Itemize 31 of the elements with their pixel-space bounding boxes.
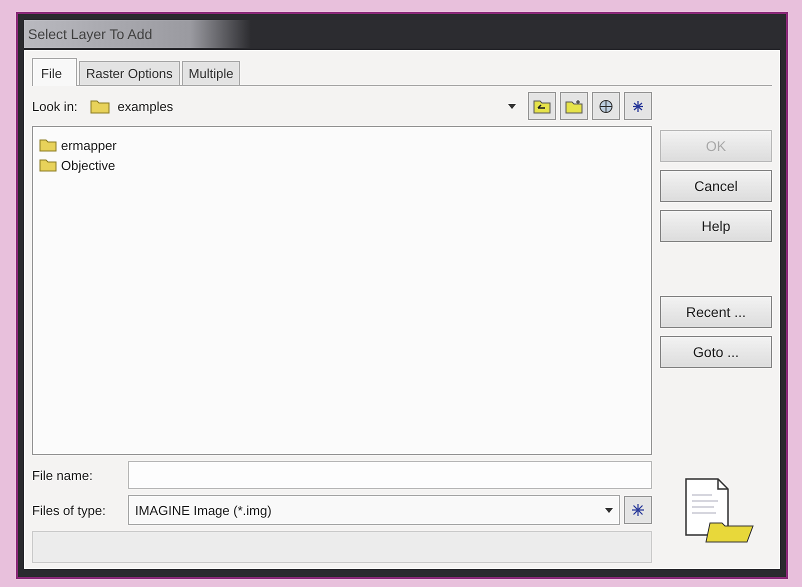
sparkle-icon: [630, 502, 646, 518]
dialog-button[interactable]: Goto ...: [660, 336, 772, 368]
folder-item[interactable]: Objective: [39, 155, 645, 175]
new-folder-button[interactable]: [560, 92, 588, 120]
file-name-label: File name:: [32, 468, 94, 482]
file-name-field[interactable]: [128, 461, 652, 489]
caret-icon: [508, 104, 516, 108]
look-in-dropdown[interactable]: examples: [84, 92, 522, 120]
dialog-button[interactable]: Help: [660, 210, 772, 242]
up-folder-button[interactable]: [528, 92, 556, 120]
file-type-label: Files of type:: [32, 502, 107, 518]
tab[interactable]: File: [32, 58, 77, 86]
dialog-button[interactable]: Recent ...: [660, 296, 772, 328]
tab[interactable]: Multiple: [182, 61, 240, 85]
folder-icon: [533, 98, 551, 114]
options-button[interactable]: [624, 92, 652, 120]
folder-icon: [39, 138, 57, 152]
folder-icon: [565, 98, 583, 114]
folder-icon: [39, 158, 57, 172]
filter-button[interactable]: [624, 496, 652, 524]
look-in-label: Look in:: [32, 98, 78, 114]
file-list[interactable]: ermapper Objective: [32, 126, 652, 455]
dialog-button[interactable]: Cancel: [660, 170, 772, 202]
tab[interactable]: Raster Options: [78, 61, 180, 85]
globe-icon: [597, 98, 615, 114]
file-type-dropdown[interactable]: IMAGINE Image (*.img): [128, 495, 620, 525]
window-title: Select Layer To Add: [28, 26, 152, 42]
folder-item[interactable]: ermapper: [39, 135, 645, 155]
folder-icon: [90, 98, 110, 114]
caret-icon: [605, 508, 613, 512]
network-button[interactable]: [592, 92, 620, 120]
